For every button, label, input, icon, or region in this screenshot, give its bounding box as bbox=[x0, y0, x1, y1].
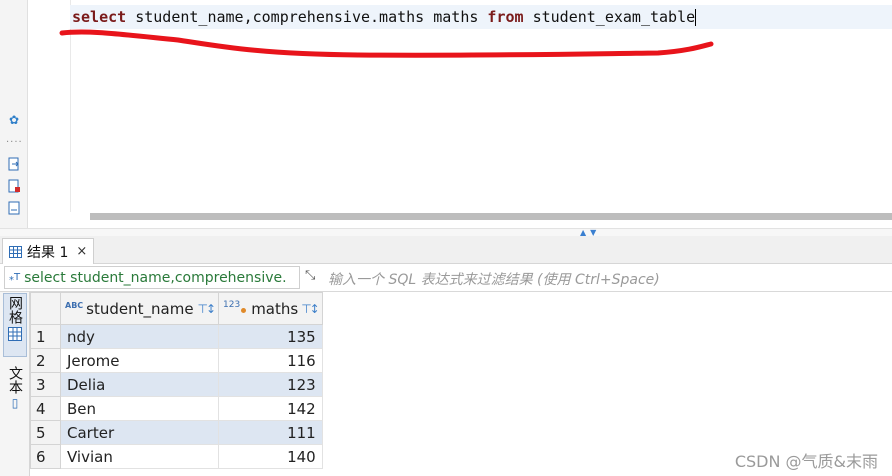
row-number[interactable]: 1 bbox=[30, 324, 61, 349]
row-number[interactable]: 5 bbox=[30, 420, 61, 445]
editor-horizontal-scrollbar[interactable] bbox=[90, 213, 892, 220]
cell-maths[interactable]: 116 bbox=[218, 348, 323, 373]
cell-maths[interactable]: 142 bbox=[218, 396, 323, 421]
grid-icon bbox=[8, 327, 22, 341]
view-grid-label: 网格 bbox=[7, 296, 23, 324]
view-text-label: 文本 bbox=[7, 366, 23, 394]
column-header-student-name[interactable]: ABC student_name ⊤↕ bbox=[60, 292, 219, 325]
toolbar-separator: ···· bbox=[6, 137, 23, 148]
new-script-icon[interactable] bbox=[6, 178, 22, 194]
editor-side-toolbar: ✿ ···· bbox=[0, 0, 28, 228]
results-tab-bar bbox=[0, 236, 892, 264]
run-script-icon[interactable] bbox=[6, 156, 22, 172]
table-row[interactable]: 5 Carter 111 bbox=[30, 420, 323, 445]
tab-result-1[interactable]: 结果 1 × bbox=[2, 238, 94, 264]
view-text-button[interactable]: 文本 ▯ bbox=[4, 366, 26, 410]
column-header-maths[interactable]: 123 maths ⊤↕ bbox=[218, 292, 323, 325]
table-row[interactable]: 1 ndy 135 bbox=[30, 324, 323, 349]
table-row[interactable]: 3 Delia 123 bbox=[30, 372, 323, 397]
settings-gear-icon[interactable]: ✿ bbox=[6, 112, 22, 128]
cell-maths[interactable]: 135 bbox=[218, 324, 323, 349]
sort-filter-icon[interactable]: ⊤↕ bbox=[301, 302, 319, 316]
type-dot bbox=[241, 308, 247, 313]
tab-label: 结果 1 bbox=[27, 244, 69, 261]
filter-input[interactable]: 输入一个 SQL 表达式来过滤结果 (使用 Ctrl+Space) bbox=[328, 269, 660, 289]
cell-maths[interactable]: 140 bbox=[218, 444, 323, 469]
column-name: maths bbox=[251, 299, 299, 318]
cell-student-name[interactable]: Ben bbox=[60, 396, 219, 421]
editor-margin bbox=[28, 0, 40, 228]
row-number[interactable]: 4 bbox=[30, 396, 61, 421]
cell-student-name[interactable]: Jerome bbox=[60, 348, 219, 373]
close-icon[interactable]: × bbox=[76, 244, 87, 259]
result-grid: ABC student_name ⊤↕ 123 maths ⊤↕ 1 ndy 1… bbox=[30, 292, 323, 469]
cell-student-name[interactable]: Vivian bbox=[60, 444, 219, 469]
expand-icon[interactable]: ⤡ bbox=[305, 268, 315, 283]
sort-filter-icon[interactable]: ⊤↕ bbox=[197, 302, 215, 316]
filter-sql-preview[interactable]: ⁎T select student_name,comprehensive. bbox=[4, 266, 300, 289]
header-row: ABC student_name ⊤↕ 123 maths ⊤↕ bbox=[30, 292, 323, 325]
number-type-icon: 123 bbox=[223, 299, 241, 310]
export-icon[interactable] bbox=[6, 200, 22, 216]
text-type-icon: ABC bbox=[65, 301, 84, 310]
cell-student-name[interactable]: Carter bbox=[60, 420, 219, 445]
row-number[interactable]: 3 bbox=[30, 372, 61, 397]
sql-filter-icon: ⁎T bbox=[9, 272, 21, 283]
cell-maths[interactable]: 111 bbox=[218, 420, 323, 445]
result-grid-icon bbox=[9, 245, 22, 258]
column-name: student_name bbox=[86, 299, 194, 318]
row-number[interactable]: 2 bbox=[30, 348, 61, 373]
cell-student-name[interactable]: Delia bbox=[60, 372, 219, 397]
red-annotation-underline bbox=[59, 29, 714, 58]
watermark: CSDN @气质&末雨 bbox=[734, 452, 878, 471]
row-number-header bbox=[30, 292, 61, 325]
view-grid-button[interactable]: 网格 bbox=[3, 293, 27, 357]
row-number[interactable]: 6 bbox=[30, 444, 61, 469]
table-row[interactable]: 6 Vivian 140 bbox=[30, 444, 323, 469]
panel-splitter[interactable] bbox=[0, 228, 892, 236]
table-row[interactable]: 4 Ben 142 bbox=[30, 396, 323, 421]
table-row[interactable]: 2 Jerome 116 bbox=[30, 348, 323, 373]
cell-student-name[interactable]: ndy bbox=[60, 324, 219, 349]
cell-maths[interactable]: 123 bbox=[218, 372, 323, 397]
filter-sql-text: select student_name,comprehensive. bbox=[24, 269, 287, 286]
text-view-icon: ▯ bbox=[11, 396, 19, 410]
